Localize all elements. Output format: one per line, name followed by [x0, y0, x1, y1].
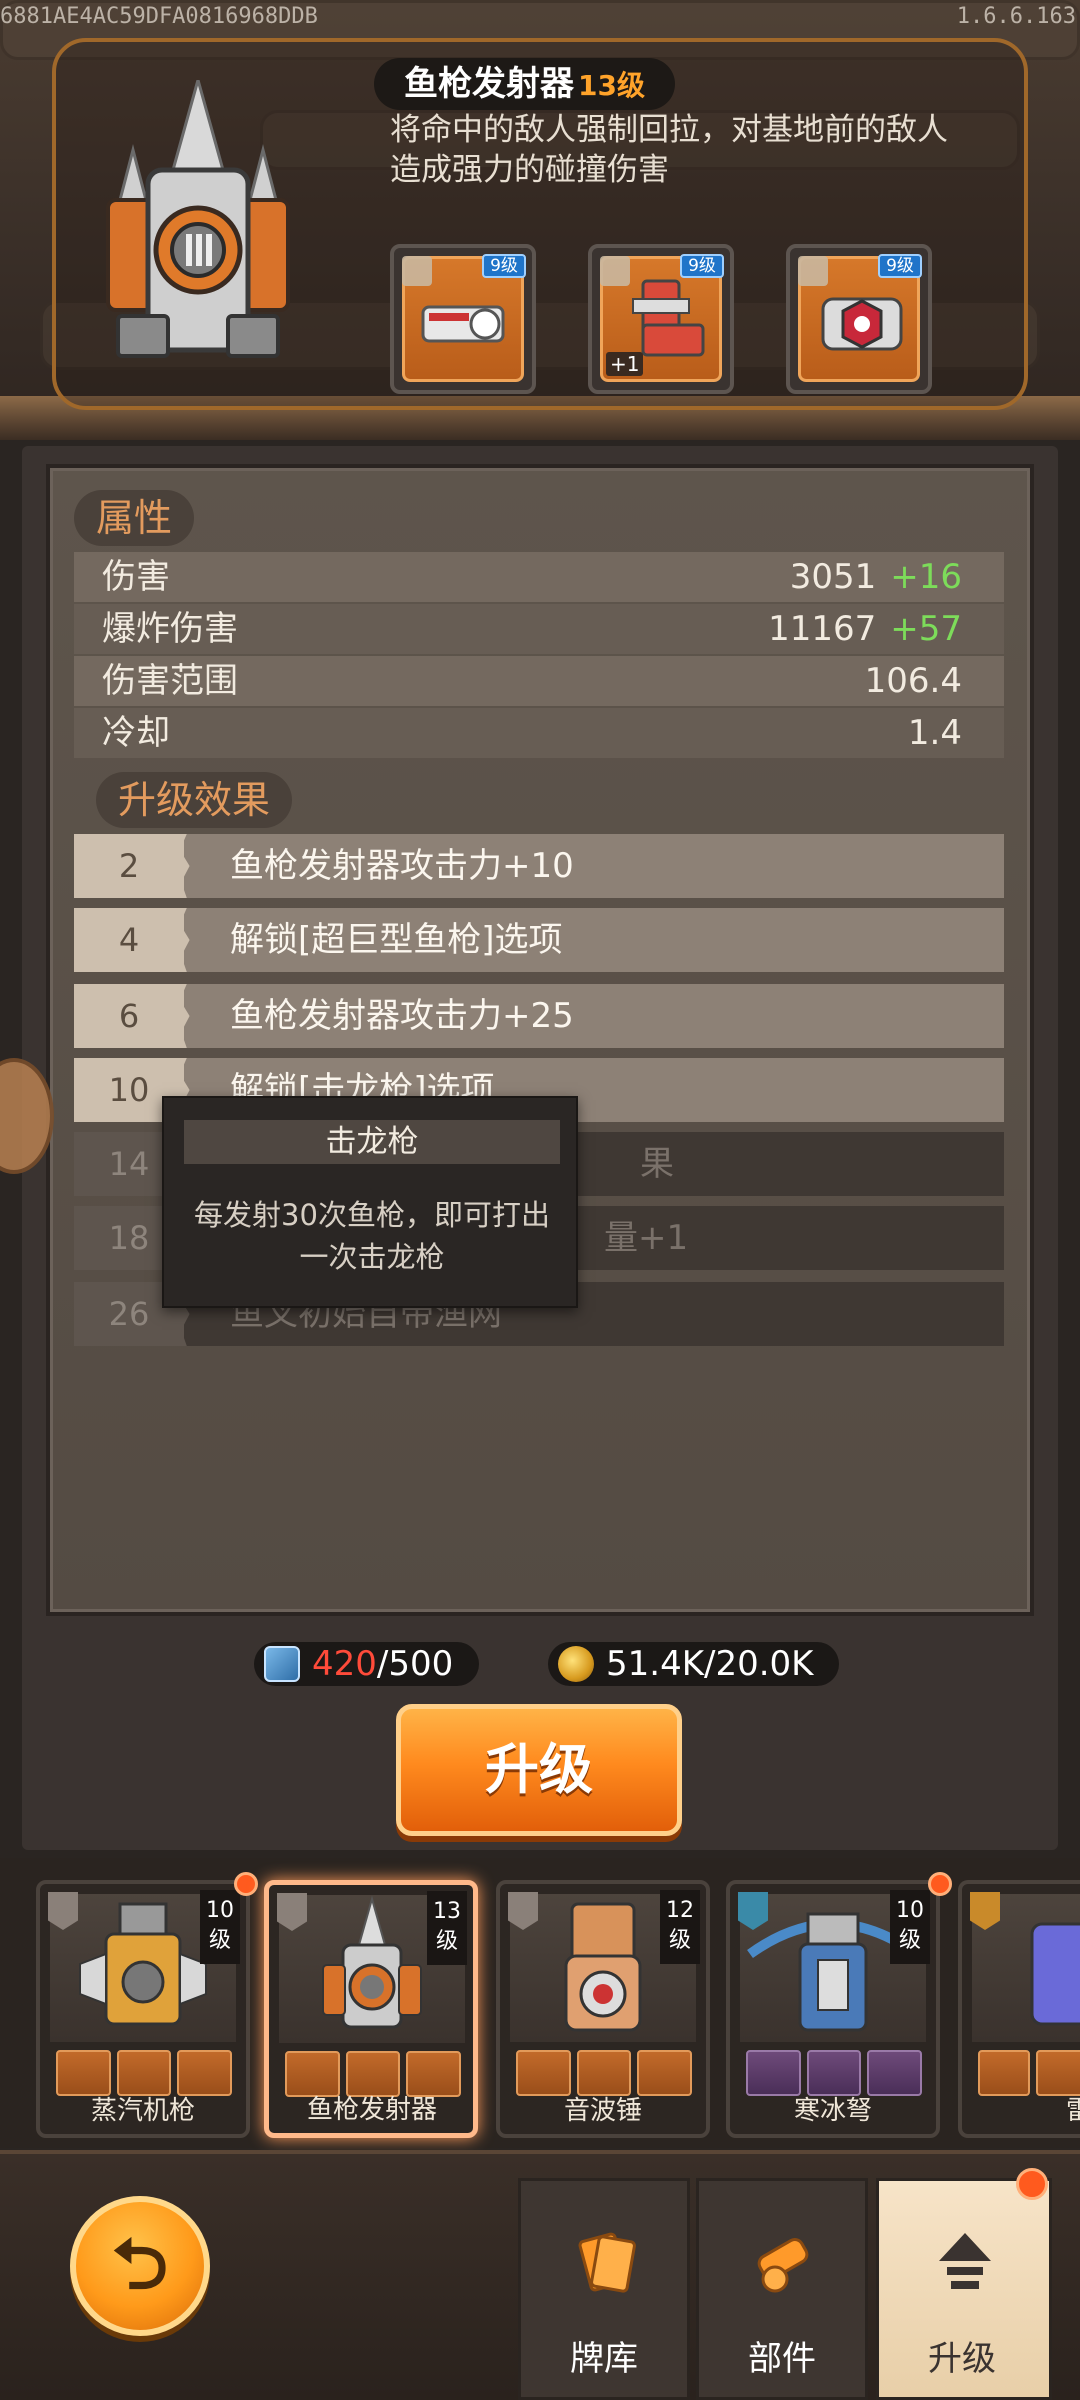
weapon-parts [516, 2050, 693, 2096]
notification-dot [234, 1872, 258, 1896]
tab-label: 升级 [928, 2339, 996, 2379]
card-current: 420 [312, 1644, 377, 1684]
stat-bonus: +16 [890, 557, 962, 597]
stat-label: 伤害 [102, 557, 170, 597]
gold-count: 51.4K/20.0K [548, 1642, 840, 1686]
weapon-parts [746, 2050, 923, 2096]
tab-label: 牌库 [570, 2339, 638, 2379]
upgrade-row[interactable]: 4 解锁[超巨型鱼枪]选项 [74, 908, 1004, 972]
weapon-card-name: 鱼枪发射器 [306, 2095, 437, 2125]
tab-card-deck[interactable]: 牌库 [518, 2178, 690, 2400]
upgrade-level: 2 [74, 834, 184, 898]
upgrade-level: 4 [74, 908, 184, 972]
fan-type-icon [600, 256, 630, 286]
weapon-parts [978, 2050, 1080, 2096]
weapon-parts [56, 2050, 233, 2096]
build-id: 6881AE4AC59DFA0816968DDB [0, 4, 318, 29]
card-required: /500 [376, 1644, 454, 1684]
part-card-2[interactable]: 9级 +1 [588, 244, 734, 394]
weapon-level-tag: 12 级 [660, 1890, 700, 1964]
stat-label: 爆炸伤害 [102, 609, 238, 649]
weapon-level-tag: 10 级 [890, 1890, 930, 1964]
gold-coin-icon [558, 1646, 594, 1682]
gear-type-icon [402, 256, 432, 286]
tab-label: 部件 [748, 2339, 816, 2379]
stat-value: 106.4 [864, 661, 962, 701]
weapon-name: 鱼枪发射器 [404, 64, 574, 104]
tab-upgrade[interactable]: 升级 [876, 2178, 1052, 2400]
tooltip-title: 击龙枪 [184, 1120, 560, 1164]
weapon-parts [285, 2051, 462, 2097]
version-label: 1.6.6.163 [956, 4, 1076, 29]
card-count: 420/500 [254, 1642, 480, 1686]
weapon-card-harpoon-launcher[interactable]: 13 级 鱼枪发射器 [264, 1880, 478, 2138]
upgrade-arrow-icon [929, 2227, 1001, 2299]
stat-row-damage: 伤害 3051 +16 [74, 552, 1004, 602]
upgrade-row: 6 鱼枪发射器攻击力+25 [74, 984, 1004, 1048]
notification-dot [1016, 2168, 1048, 2200]
blueprint-card-icon [264, 1646, 300, 1682]
part-level: 9级 [878, 254, 922, 278]
stat-row-damage-range: 伤害范围 106.4 [74, 656, 1004, 706]
weapon-card-sonic-hammer[interactable]: 12 级 音波锤 [496, 1880, 710, 2138]
stat-value: 1.4 [907, 713, 962, 753]
upgrade-text: 解锁[超巨型鱼枪]选项 [230, 920, 563, 960]
upgrade-text: 量+1 [604, 1218, 689, 1258]
card-deck-icon [571, 2227, 643, 2299]
back-button[interactable]: ⮌ [70, 2196, 210, 2336]
part-card-1[interactable]: 9级 [390, 244, 536, 394]
stat-value: 3051 [789, 557, 877, 597]
notification-dot [928, 1872, 952, 1896]
weapon-level: 13级 [578, 69, 645, 102]
part-level: 9级 [482, 254, 526, 278]
upgrade-text: 鱼枪发射器攻击力+25 [230, 996, 574, 1036]
tooltip-body: 每发射30次鱼枪，即可打出一次击龙枪 [194, 1198, 550, 1274]
weapon-level-tag: 10 级 [200, 1890, 240, 1964]
stat-row-explosion-damage: 爆炸伤害 11167 +57 [74, 604, 1004, 654]
part-level: 9级 [680, 254, 724, 278]
weapon-card-name: 音波锤 [563, 2096, 642, 2126]
upgrade-row: 2 鱼枪发射器攻击力+10 [74, 834, 1004, 898]
back-arrow-icon: ⮌ [111, 2223, 169, 2305]
part-bonus: +1 [606, 352, 644, 376]
weapon-description: 将命中的敌人强制回拉，对基地前的敌人造成强力的碰撞伤害 [390, 112, 948, 188]
stat-label: 伤害范围 [102, 661, 238, 701]
weapon-title: 鱼枪发射器 13级 [374, 58, 675, 110]
skill-tooltip: 击龙枪 每发射30次鱼枪，即可打出一次击龙枪 [162, 1096, 578, 1308]
stat-bonus: +57 [890, 609, 962, 649]
weapon-card-name: 蒸汽机枪 [90, 2096, 195, 2126]
stat-value: 11167 [768, 609, 877, 649]
weapon-card-thunder[interactable]: 雷 [958, 1880, 1080, 2138]
gold-value: 51.4K/20.0K [606, 1644, 814, 1684]
tab-parts[interactable]: 部件 [696, 2178, 868, 2400]
harpoon-launcher-art [106, 80, 290, 358]
weapon-card-name: 寒冰弩 [793, 2096, 872, 2126]
weapon-level-tag: 13 级 [427, 1891, 467, 1965]
upgrade-text: 鱼枪发射器攻击力+10 [230, 846, 574, 886]
gear-type-icon [798, 256, 828, 286]
upgrade-button[interactable]: 升级 [396, 1704, 682, 1836]
weapon-card-name: 雷 [1065, 2096, 1080, 2126]
upgrade-effects-heading: 升级效果 [96, 772, 293, 828]
part-card-3[interactable]: 9级 [786, 244, 932, 394]
stat-row-cooldown: 冷却 1.4 [74, 708, 1004, 758]
cannon-part-icon [749, 2227, 821, 2299]
upgrade-level: 6 [74, 984, 184, 1048]
stat-label: 冷却 [102, 713, 170, 753]
weapon-card-steam-gun[interactable]: 10 级 蒸汽机枪 [36, 1880, 250, 2138]
upgrade-text: 果 [640, 1144, 674, 1184]
attributes-heading: 属性 [74, 490, 195, 546]
weapon-card-ice-crossbow[interactable]: 10 级 寒冰弩 [726, 1880, 940, 2138]
